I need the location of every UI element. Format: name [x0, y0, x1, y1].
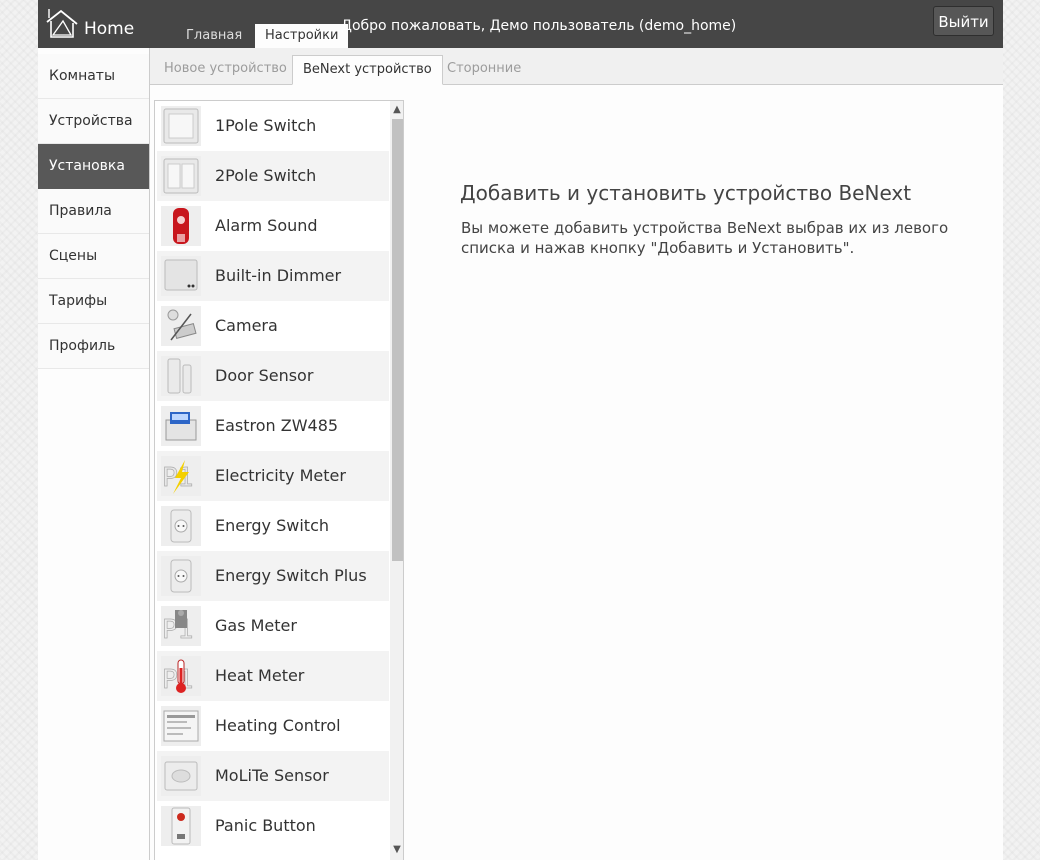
device-list-item[interactable]: Energy Switch	[157, 501, 389, 551]
door-sensor-icon	[161, 356, 201, 396]
device-name: Panic Button	[215, 816, 316, 835]
camera-icon	[161, 306, 201, 346]
welcome-message: Добро пожаловать, Демо пользователь (dem…	[341, 18, 737, 34]
siren-icon	[161, 206, 201, 246]
device-list-item[interactable]: Heating Control	[157, 701, 389, 751]
heating-control-icon	[161, 706, 201, 746]
main-panel: Новое устройство BeNext устройство Сторо…	[149, 48, 1003, 860]
info-text: Вы можете добавить устройства BeNext выб…	[461, 219, 949, 257]
motion-sensor-icon	[161, 756, 201, 796]
tab-benext-device[interactable]: BeNext устройство	[292, 55, 443, 85]
device-name: Energy Switch Plus	[215, 566, 367, 585]
sidebar-item-rooms[interactable]: Комнаты	[38, 54, 149, 99]
sidebar-item-devices[interactable]: Устройства	[38, 99, 149, 144]
subtab-bar: Новое устройство BeNext устройство Сторо…	[150, 48, 1003, 85]
logout-button[interactable]: Выйти	[933, 6, 994, 36]
device-list-item[interactable]: Panic Button	[157, 801, 389, 851]
app-title[interactable]: Home	[84, 17, 134, 41]
scroll-down-arrow-icon[interactable]: ▼	[390, 843, 403, 857]
device-list-item[interactable]: P1 Heat Meter	[157, 651, 389, 701]
panic-button-icon	[161, 806, 201, 846]
device-name: Alarm Sound	[215, 216, 318, 235]
dimmer-module-icon	[161, 256, 201, 296]
device-list-item[interactable]: Energy Switch Plus	[157, 551, 389, 601]
device-name: MoLiTe Sensor	[215, 766, 329, 785]
plug-icon	[161, 556, 201, 596]
tab-main[interactable]: Главная	[176, 24, 252, 48]
device-list-scrollbar[interactable]: ▲ ▼	[390, 101, 403, 860]
device-list-item[interactable]: 2Pole Switch	[157, 151, 389, 201]
device-name: Heat Meter	[215, 666, 305, 685]
device-name: Heating Control	[215, 716, 341, 735]
device-list-item[interactable]: Alarm Sound	[157, 201, 389, 251]
sidebar-item-tariffs[interactable]: Тарифы	[38, 279, 149, 324]
device-list-item[interactable]: Built-in Dimmer	[157, 251, 389, 301]
scroll-up-arrow-icon[interactable]: ▲	[390, 103, 403, 117]
device-name: Eastron ZW485	[215, 416, 339, 435]
device-name: 1Pole Switch	[215, 116, 317, 135]
p1-heat-icon: P1	[161, 656, 201, 696]
sidebar-item-installation[interactable]: Установка	[38, 144, 149, 189]
tab-settings[interactable]: Настройки	[255, 24, 349, 48]
device-list-item[interactable]: MoLiTe Sensor	[157, 751, 389, 801]
device-name: Built-in Dimmer	[215, 266, 342, 285]
scroll-thumb[interactable]	[392, 119, 403, 561]
tab-third-party[interactable]: Сторонние	[437, 55, 531, 84]
power-meter-icon	[161, 406, 201, 446]
device-name: Energy Switch	[215, 516, 329, 535]
device-name: Door Sensor	[215, 366, 314, 385]
sidebar-item-profile[interactable]: Профиль	[38, 324, 149, 369]
device-list-item[interactable]: Eastron ZW485	[157, 401, 389, 451]
home-logo-icon[interactable]	[44, 8, 80, 40]
p1-gas-icon: P1	[161, 606, 201, 646]
device-list-item[interactable]: Camera	[157, 301, 389, 351]
header-bar: Home Главная Настройки Добро пожаловать,…	[38, 0, 1003, 48]
sidebar-item-rules[interactable]: Правила	[38, 189, 149, 234]
device-list-item[interactable]: P1 Electricity Meter	[157, 451, 389, 501]
device-list-item[interactable]: Door Sensor	[157, 351, 389, 401]
app-window: Home Главная Настройки Добро пожаловать,…	[38, 0, 1003, 860]
sidebar: Комнаты Устройства Установка Правила Сце…	[38, 54, 149, 369]
device-name: Camera	[215, 316, 278, 335]
device-list[interactable]: 1Pole Switch 2Pole Switch Alarm Sound Built…	[154, 100, 404, 860]
device-list-item[interactable]: 1Pole Switch	[157, 101, 389, 151]
device-name: Gas Meter	[215, 616, 297, 635]
sidebar-item-scenes[interactable]: Сцены	[38, 234, 149, 279]
wall-switch-single-icon	[161, 106, 201, 146]
plug-icon	[161, 506, 201, 546]
device-name: Electricity Meter	[215, 466, 346, 485]
device-list-item[interactable]: P1 Gas Meter	[157, 601, 389, 651]
device-name: 2Pole Switch	[215, 166, 317, 185]
wall-switch-double-icon	[161, 156, 201, 196]
p1-electricity-icon: P1	[161, 456, 201, 496]
tab-new-device[interactable]: Новое устройство	[154, 55, 297, 84]
device-list-items: 1Pole Switch 2Pole Switch Alarm Sound Built…	[157, 101, 389, 851]
info-title: Добавить и установить устройство BeNext	[460, 181, 912, 205]
